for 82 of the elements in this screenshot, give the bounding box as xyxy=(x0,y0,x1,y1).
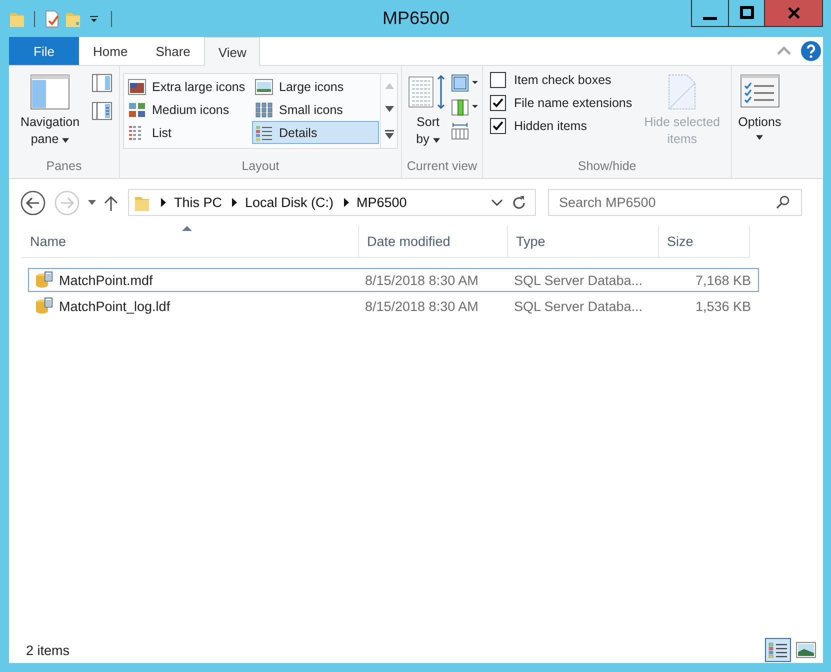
group-label: Show/hide xyxy=(576,159,638,175)
file-name: MatchPoint.mdf xyxy=(59,272,153,288)
details-pane-icon[interactable] xyxy=(92,102,112,120)
layout-option[interactable]: Extra large icons xyxy=(125,75,252,98)
file-tab[interactable]: File xyxy=(9,37,79,65)
sort-by-button[interactable]: Sort by xyxy=(405,72,451,159)
preview-pane-icon[interactable] xyxy=(92,74,112,92)
file-name: MatchPoint_log.ldf xyxy=(59,298,170,314)
column-label: Name xyxy=(30,234,66,249)
search-icon xyxy=(776,195,790,209)
column-header[interactable]: Type xyxy=(508,226,659,257)
checkbox-option[interactable]: Item check boxes xyxy=(490,72,632,88)
view-icon xyxy=(128,102,146,118)
column-header[interactable]: Size xyxy=(659,226,750,257)
file-row[interactable]: MatchPoint_log.ldf 8/15/2018 8:30 AM SQL Server Databa... 1,536 KB xyxy=(28,294,759,318)
scroll-down-icon[interactable] xyxy=(384,106,394,112)
layout-option[interactable]: Details xyxy=(252,121,379,144)
view-icon xyxy=(255,124,273,140)
close-button[interactable] xyxy=(764,0,822,26)
back-icon[interactable] xyxy=(20,190,46,216)
up-arrow-icon[interactable] xyxy=(104,194,118,210)
chevron-right-icon[interactable] xyxy=(232,198,238,207)
navigation-pane-icon xyxy=(30,74,70,110)
item-count: 2 items xyxy=(26,642,70,658)
layout-option[interactable]: Medium icons xyxy=(125,98,252,121)
navigation-pane-button[interactable]: Navigation pane xyxy=(12,72,88,159)
column-header[interactable]: Date modified xyxy=(359,226,508,257)
table-cell-text: 1,536 KB xyxy=(694,298,752,316)
document-icon xyxy=(667,74,698,110)
checkbox[interactable] xyxy=(490,118,506,134)
column-label: Date modified xyxy=(367,234,450,249)
table-cell-text: 7,168 KB xyxy=(694,272,752,290)
dropdown-icon xyxy=(62,138,70,143)
table-cell-text: SQL Server Databa... xyxy=(513,272,644,290)
breadcrumb[interactable]: Local Disk (C:) xyxy=(245,195,334,210)
column-label: Size xyxy=(667,234,694,249)
dropdown-icon xyxy=(756,135,764,140)
properties-icon[interactable] xyxy=(44,10,60,28)
layout-option[interactable]: Small icons xyxy=(252,98,379,121)
checkbox[interactable] xyxy=(490,72,506,88)
minimize-icon xyxy=(703,16,717,20)
checkbox-option[interactable]: File name extensions xyxy=(490,95,632,111)
customize-dropdown-icon[interactable] xyxy=(90,14,98,22)
help-icon[interactable] xyxy=(801,41,821,61)
refresh-icon[interactable] xyxy=(511,194,527,210)
group-label: Current view xyxy=(406,159,478,175)
search-field[interactable]: Search MP6500 xyxy=(548,189,802,216)
options-icon xyxy=(740,74,780,110)
recent-locations-icon[interactable] xyxy=(88,200,96,205)
chevron-right-icon[interactable] xyxy=(161,198,166,207)
group-label: Layout xyxy=(240,159,280,175)
close-icon xyxy=(786,6,800,20)
add-columns-icon[interactable] xyxy=(451,98,479,116)
table-cell-text: 8/15/2018 8:30 AM xyxy=(364,298,480,316)
details-view-button[interactable] xyxy=(765,638,791,662)
maximize-icon xyxy=(740,6,754,20)
chevron-right-icon[interactable] xyxy=(344,198,349,207)
group-label: Panes xyxy=(45,159,83,175)
breadcrumb[interactable]: MP6500 xyxy=(356,195,407,210)
column-label: Type xyxy=(516,234,546,249)
layout-option[interactable]: Large icons xyxy=(252,75,379,98)
dropdown-icon xyxy=(432,138,440,143)
table-cell-text: SQL Server Databa... xyxy=(513,298,644,316)
table-cell-text: 8/15/2018 8:30 AM xyxy=(364,272,480,290)
breadcrumb[interactable]: This PC xyxy=(174,195,222,210)
database-file-icon xyxy=(35,271,53,289)
view-icon xyxy=(255,78,273,94)
file-row[interactable]: MatchPoint.mdf 8/15/2018 8:30 AM SQL Server Databa... 7,168 KB xyxy=(28,268,759,292)
expand-gallery-icon[interactable] xyxy=(384,130,394,140)
address-bar[interactable]: This PC Local Disk (C:) MP6500 xyxy=(128,189,536,216)
options-button[interactable]: Options xyxy=(735,72,784,178)
history-dropdown-icon[interactable] xyxy=(491,198,503,206)
layout-option[interactable]: List xyxy=(125,121,252,144)
ribbon-tab[interactable]: View xyxy=(204,37,260,66)
checkbox-option[interactable]: Hidden items xyxy=(490,118,632,134)
view-icon xyxy=(255,102,273,118)
window-title: MP6500 xyxy=(382,8,450,29)
database-file-icon xyxy=(35,297,53,315)
group-by-icon[interactable] xyxy=(451,74,479,92)
checkbox[interactable] xyxy=(490,95,506,111)
column-header[interactable]: Name xyxy=(22,226,359,257)
view-icon xyxy=(128,78,146,94)
